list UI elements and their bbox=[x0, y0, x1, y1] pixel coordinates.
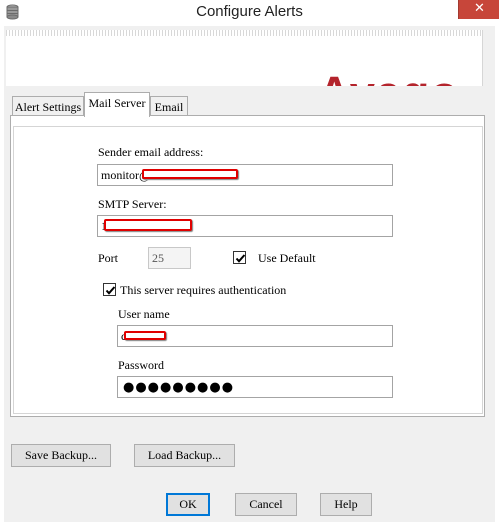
smtp-server-label: SMTP Server: bbox=[98, 197, 167, 211]
use-default-checkbox[interactable] bbox=[233, 251, 246, 264]
load-backup-button[interactable]: Load Backup... bbox=[134, 444, 235, 467]
close-button[interactable]: ✕ bbox=[458, 0, 499, 19]
redaction-mark bbox=[142, 169, 238, 179]
window-border bbox=[495, 26, 499, 522]
port-value: 25 bbox=[152, 251, 164, 265]
logo-text: Avago bbox=[318, 67, 459, 86]
ok-button[interactable]: OK bbox=[166, 493, 210, 516]
avago-logo: Avago bbox=[318, 67, 459, 86]
title-bar: Configure Alerts ✕ bbox=[0, 0, 499, 26]
save-backup-button[interactable]: Save Backup... bbox=[11, 444, 111, 467]
sender-email-label: Sender email address: bbox=[98, 145, 204, 159]
password-value: ●●●●●●●●● bbox=[123, 380, 235, 395]
close-icon: ✕ bbox=[474, 1, 485, 16]
tab-mail-server[interactable]: Mail Server bbox=[84, 92, 150, 117]
password-label: Password bbox=[118, 358, 165, 372]
password-field[interactable]: ●●●●●●●●● bbox=[117, 376, 393, 398]
header-banner: Avago bbox=[6, 30, 482, 86]
use-default-label: Use Default bbox=[258, 251, 316, 265]
banner-hatch bbox=[6, 30, 482, 36]
auth-required-checkbox[interactable] bbox=[103, 283, 116, 296]
checkmark-icon bbox=[105, 286, 116, 295]
help-button[interactable]: Help bbox=[320, 493, 372, 516]
banner-scrollbar[interactable] bbox=[482, 30, 490, 86]
username-label: User name bbox=[118, 307, 170, 321]
checkmark-icon bbox=[235, 254, 246, 263]
window-title: Configure Alerts bbox=[196, 3, 303, 20]
auth-required-label: This server requires authentication bbox=[120, 283, 287, 297]
port-label: Port bbox=[98, 251, 119, 265]
cancel-button[interactable]: Cancel bbox=[235, 493, 297, 516]
port-field[interactable]: 25 bbox=[148, 247, 191, 269]
redaction-mark bbox=[104, 219, 192, 231]
redaction-mark bbox=[124, 331, 166, 340]
